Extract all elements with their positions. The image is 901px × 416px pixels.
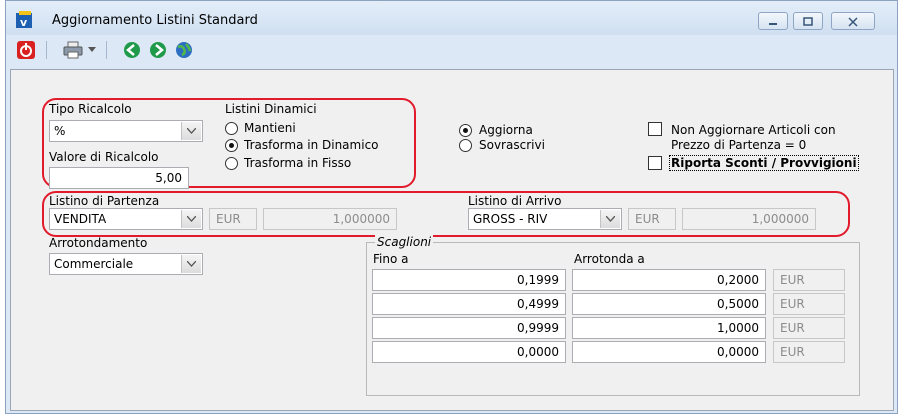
non-aggiornare-label-1[interactable]: Non Aggiornare Articoli con <box>671 123 836 137</box>
riporta-sconti-checkbox[interactable] <box>648 156 662 170</box>
radio-trasforma-fisso-label[interactable]: Trasforma in Fisso <box>244 156 351 170</box>
radio-mantieni-label[interactable]: Mantieni <box>244 121 296 135</box>
riporta-sconti-label[interactable]: Riporta Sconti / Provvigioni <box>669 155 859 171</box>
scaglione-fino-3[interactable]: 0,9999 <box>372 317 566 339</box>
listino-partenza-label: Listino di Partenza <box>49 194 160 208</box>
listino-arrivo-value: GROSS - RIV <box>473 212 548 226</box>
title-bar: v Aggiornamento Listini Standard <box>6 1 897 35</box>
toolbar <box>6 35 897 63</box>
scaglione-fino-4[interactable]: 0,0000 <box>372 341 566 363</box>
radio-trasforma-dinamico-label[interactable]: Trasforma in Dinamico <box>244 138 379 152</box>
scaglione-arrotonda-4[interactable]: 0,0000 <box>572 341 766 363</box>
app-icon: v <box>16 11 32 29</box>
scaglione-currency-2: EUR <box>773 293 845 315</box>
arrotondamento-label: Arrotondamento <box>49 236 148 250</box>
chevron-down-icon <box>181 255 201 273</box>
radio-trasforma-dinamico[interactable] <box>225 139 238 152</box>
globe-icon[interactable] <box>174 41 194 59</box>
listino-arrivo-currency: EUR <box>628 208 676 230</box>
back-icon[interactable] <box>122 41 142 59</box>
power-icon[interactable] <box>16 41 36 59</box>
arrotondamento-value: Commerciale <box>54 257 134 271</box>
maximize-icon <box>803 17 813 26</box>
listino-partenza-rate: 1,000000 <box>263 208 397 230</box>
valore-ricalcolo-label: Valore di Ricalcolo <box>49 150 159 164</box>
listino-partenza-currency: EUR <box>209 208 257 230</box>
listino-arrivo-label: Listino di Arrivo <box>468 194 562 208</box>
tipo-ricalcolo-select[interactable]: % <box>49 120 203 142</box>
col-fino-header: Fino a <box>373 252 409 266</box>
toolbar-separator <box>106 41 107 59</box>
valore-ricalcolo-input[interactable]: 5,00 <box>49 167 189 189</box>
form-panel: Tipo Ricalcolo % Valore di Ricalcolo 5,0… <box>10 69 894 411</box>
radio-mantieni[interactable] <box>225 122 238 135</box>
close-button[interactable] <box>831 12 875 30</box>
chevron-down-icon <box>181 210 201 228</box>
scaglione-arrotonda-2[interactable]: 0,5000 <box>572 293 766 315</box>
radio-sovrascrivi[interactable] <box>459 139 472 152</box>
non-aggiornare-label-2[interactable]: Prezzo di Partenza = 0 <box>671 138 806 152</box>
col-arrotonda-header: Arrotonda a <box>574 252 645 266</box>
window: v Aggiornamento Listini Standard Tipo Ri… <box>5 0 898 414</box>
radio-sovrascrivi-label[interactable]: Sovrascrivi <box>479 138 545 152</box>
dropdown-arrow-icon[interactable] <box>88 47 96 53</box>
scaglione-currency-1: EUR <box>773 269 845 291</box>
listino-partenza-value: VENDITA <box>54 212 107 226</box>
scaglione-arrotonda-1[interactable]: 0,2000 <box>572 269 766 291</box>
toolbar-separator <box>46 41 47 59</box>
listino-arrivo-select[interactable]: GROSS - RIV <box>468 208 622 230</box>
listino-partenza-select[interactable]: VENDITA <box>49 208 203 230</box>
svg-text:v: v <box>20 16 28 29</box>
maximize-button[interactable] <box>793 12 823 30</box>
tipo-ricalcolo-label: Tipo Ricalcolo <box>49 102 132 116</box>
radio-trasforma-fisso[interactable] <box>225 157 238 170</box>
close-icon <box>848 17 858 27</box>
chevron-down-icon <box>600 210 620 228</box>
tipo-ricalcolo-value: % <box>54 124 66 138</box>
scaglione-arrotonda-3[interactable]: 1,0000 <box>572 317 766 339</box>
non-aggiornare-checkbox[interactable] <box>648 122 662 136</box>
window-title: Aggiornamento Listini Standard <box>52 13 258 28</box>
minimize-icon <box>769 23 777 25</box>
radio-aggiorna-label[interactable]: Aggiorna <box>479 123 533 137</box>
minimize-button[interactable] <box>758 12 788 30</box>
scaglione-fino-2[interactable]: 0,4999 <box>372 293 566 315</box>
scaglione-currency-3: EUR <box>773 317 845 339</box>
listino-arrivo-rate: 1,000000 <box>682 208 816 230</box>
chevron-down-icon <box>181 122 201 140</box>
forward-icon[interactable] <box>148 41 168 59</box>
listini-dinamici-label: Listini Dinamici <box>225 102 317 116</box>
arrotondamento-select[interactable]: Commerciale <box>49 253 203 275</box>
scaglioni-label: Scaglioni <box>375 235 434 249</box>
radio-aggiorna[interactable] <box>459 124 472 137</box>
scaglione-fino-1[interactable]: 0,1999 <box>372 269 566 291</box>
printer-icon[interactable] <box>62 41 84 59</box>
scaglione-currency-4: EUR <box>773 341 845 363</box>
